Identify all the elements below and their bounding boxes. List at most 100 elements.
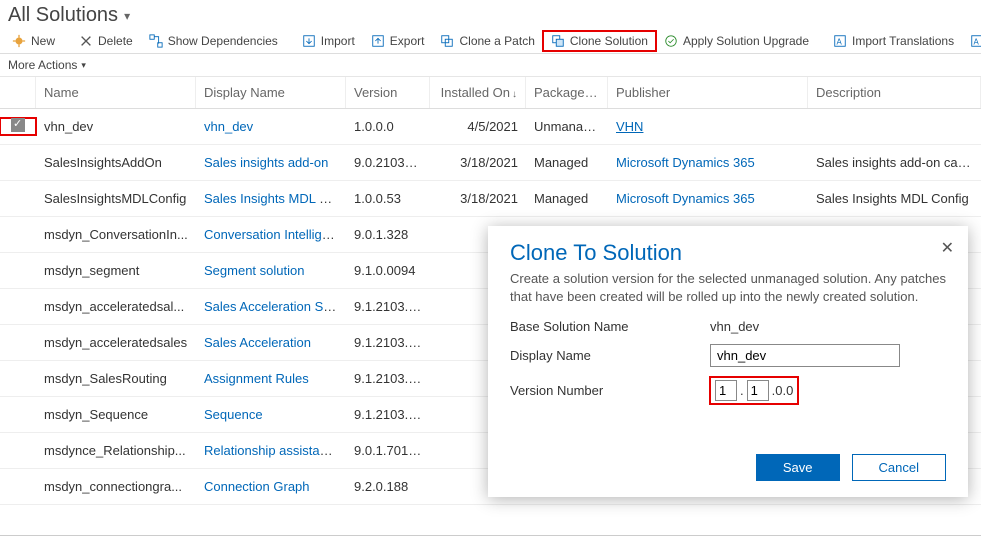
display-name-link[interactable]: Connection Graph: [204, 479, 310, 494]
cell-version: 9.1.2103.1...: [346, 407, 430, 422]
display-name-input[interactable]: [710, 344, 900, 367]
cell-display: Connection Graph: [196, 479, 346, 494]
base-solution-label: Base Solution Name: [510, 319, 710, 334]
more-actions-dropdown[interactable]: More Actions ▾: [0, 54, 981, 77]
publisher-link[interactable]: Microsoft Dynamics 365: [616, 155, 755, 170]
dependencies-icon: [149, 34, 163, 48]
display-name-link[interactable]: Relationship assistant ...: [204, 443, 345, 458]
version-number-group: . .0.0: [710, 377, 798, 404]
dialog-title: Clone To Solution: [510, 240, 946, 266]
cell-installed: 3/18/2021: [430, 155, 526, 170]
cell-display: Sequence: [196, 407, 346, 422]
col-display[interactable]: Display Name: [196, 77, 346, 108]
display-name-link[interactable]: Sales Acceleration Site...: [204, 299, 346, 314]
upgrade-icon: [664, 34, 678, 48]
cell-version: 9.1.2103.1...: [346, 371, 430, 386]
display-name-label: Display Name: [510, 348, 710, 363]
view-title[interactable]: All Solutions ▾: [0, 0, 981, 29]
new-button[interactable]: New: [4, 31, 63, 51]
cell-name: vhn_dev: [36, 119, 196, 134]
dialog-description: Create a solution version for the select…: [510, 270, 946, 305]
col-name[interactable]: Name: [36, 77, 196, 108]
cell-display: Sales Acceleration Site...: [196, 299, 346, 314]
show-dependencies-button[interactable]: Show Dependencies: [141, 31, 286, 51]
export-button[interactable]: Export: [363, 31, 433, 51]
export-translations-button[interactable]: A Export: [962, 31, 981, 51]
cell-version: 9.1.2103.1...: [346, 299, 430, 314]
base-solution-value: vhn_dev: [710, 319, 946, 334]
cell-display: Segment solution: [196, 263, 346, 278]
chevron-down-icon: ▾: [81, 60, 86, 71]
publisher-link[interactable]: Microsoft Dynamics 365: [616, 191, 755, 206]
import-icon: [302, 34, 316, 48]
cell-version: 9.0.1.328: [346, 227, 430, 242]
publisher-link[interactable]: VHN: [616, 119, 643, 134]
cell-version: 9.1.2103.1...: [346, 335, 430, 350]
table-row[interactable]: vhn_devvhn_dev1.0.0.04/5/2021Unmanag...V…: [0, 109, 981, 145]
version-minor-input[interactable]: [747, 380, 769, 401]
col-installed[interactable]: Installed On↓: [430, 77, 526, 108]
display-name-link[interactable]: Assignment Rules: [204, 371, 309, 386]
cell-name: msdyn_Sequence: [36, 407, 196, 422]
cell-display: Sales Acceleration: [196, 335, 346, 350]
view-title-text: All Solutions: [8, 4, 118, 27]
version-major-input[interactable]: [715, 380, 737, 401]
display-name-link[interactable]: vhn_dev: [204, 119, 253, 134]
cell-description: Sales insights add-on capal: [808, 155, 981, 170]
cancel-button[interactable]: Cancel: [852, 454, 946, 481]
clone-to-solution-dialog: ✕ Clone To Solution Create a solution ve…: [488, 226, 968, 497]
import-translations-icon: A: [833, 34, 847, 48]
cell-version: 9.2.0.188: [346, 479, 430, 494]
cell-name: msdyn_segment: [36, 263, 196, 278]
display-name-link[interactable]: Sales insights add-on: [204, 155, 328, 170]
col-version[interactable]: Version: [346, 77, 430, 108]
table-row[interactable]: SalesInsightsMDLConfigSales Insights MDL…: [0, 181, 981, 217]
table-row[interactable]: SalesInsightsAddOnSales insights add-on9…: [0, 145, 981, 181]
delete-icon: [79, 34, 93, 48]
clone-solution-icon: [551, 34, 565, 48]
display-name-link[interactable]: Conversation Intellige...: [204, 227, 340, 242]
clone-patch-button[interactable]: Clone a Patch: [432, 31, 542, 51]
col-check[interactable]: [0, 77, 36, 108]
display-name-link[interactable]: Sales Insights MDL Co...: [204, 191, 346, 206]
close-icon[interactable]: ✕: [941, 238, 954, 258]
cell-name: msdyn_acceleratedsales: [36, 335, 196, 350]
cell-version: 9.1.0.0094: [346, 263, 430, 278]
cell-name: msdynce_Relationship...: [36, 443, 196, 458]
cell-display: Sales insights add-on: [196, 155, 346, 170]
row-checkbox[interactable]: [11, 118, 25, 132]
delete-button[interactable]: Delete: [71, 31, 141, 51]
cell-description: Sales Insights MDL Config: [808, 191, 981, 206]
sort-desc-icon: ↓: [512, 89, 517, 100]
version-rest: .0.0: [772, 383, 794, 398]
cell-version: 1.0.0.0: [346, 119, 430, 134]
display-name-link[interactable]: Sales Acceleration: [204, 335, 311, 350]
cell-display: Sales Insights MDL Co...: [196, 191, 346, 206]
save-button[interactable]: Save: [756, 454, 840, 481]
col-publisher[interactable]: Publisher: [608, 77, 808, 108]
cell-package: Unmanag...: [526, 119, 608, 134]
cell-display: Assignment Rules: [196, 371, 346, 386]
import-button[interactable]: Import: [294, 31, 363, 51]
grid-header: Name Display Name Version Installed On↓ …: [0, 77, 981, 109]
cell-name: msdyn_SalesRouting: [36, 371, 196, 386]
export-icon: [371, 34, 385, 48]
cell-version: 1.0.0.53: [346, 191, 430, 206]
cell-version: 9.0.21031...: [346, 155, 430, 170]
clone-patch-icon: [440, 34, 454, 48]
cell-package: Managed: [526, 155, 608, 170]
col-package-type[interactable]: Package T...: [526, 77, 608, 108]
svg-text:A: A: [974, 38, 980, 47]
cell-installed: 3/18/2021: [430, 191, 526, 206]
cell-display: Relationship assistant ...: [196, 443, 346, 458]
cell-publisher: VHN: [608, 119, 808, 134]
col-description[interactable]: Description: [808, 77, 981, 108]
import-translations-button[interactable]: A Import Translations: [825, 31, 962, 51]
sparkle-icon: [12, 34, 26, 48]
chevron-down-icon: ▾: [124, 9, 130, 23]
clone-solution-button[interactable]: Clone Solution: [543, 31, 656, 51]
display-name-link[interactable]: Segment solution: [204, 263, 304, 278]
display-name-link[interactable]: Sequence: [204, 407, 263, 422]
apply-upgrade-button[interactable]: Apply Solution Upgrade: [656, 31, 817, 51]
cell-publisher: Microsoft Dynamics 365: [608, 191, 808, 206]
